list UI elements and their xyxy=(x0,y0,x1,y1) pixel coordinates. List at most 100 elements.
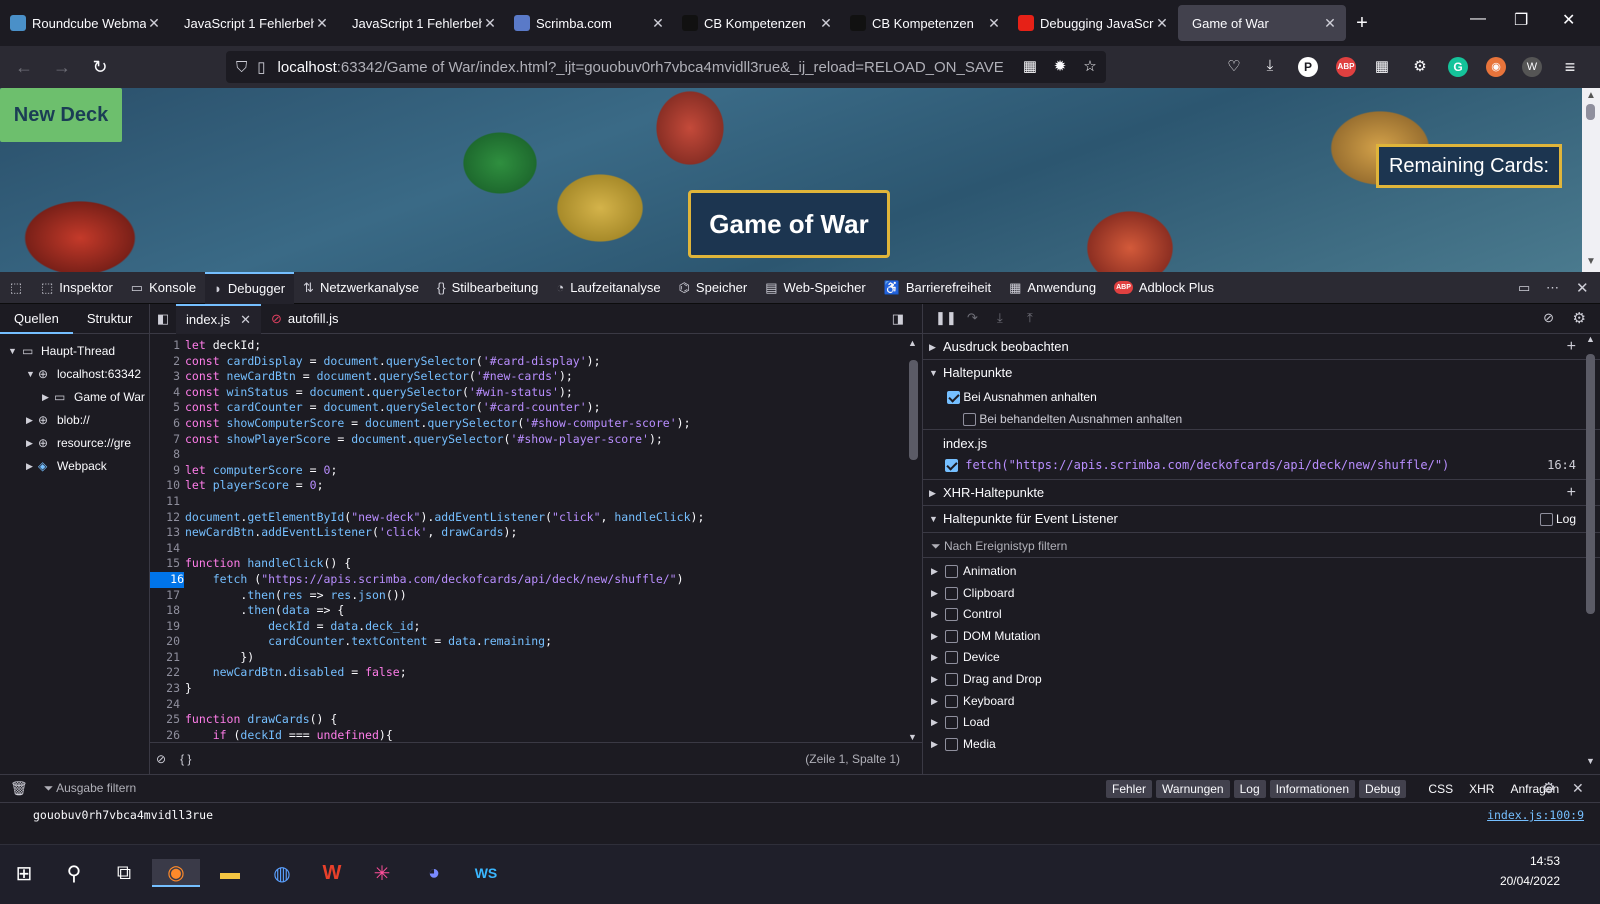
console-settings-icon[interactable]: ⚙ xyxy=(1542,779,1555,797)
code-line[interactable]: 24 xyxy=(150,697,904,713)
tree-item-main-thread[interactable]: ▼ ▭ Haupt-Thread xyxy=(0,340,149,363)
settings-gear-icon[interactable]: ⚙ xyxy=(1573,309,1586,327)
devtools-tab-stilbearbeitung[interactable]: {} Stilbearbeitung xyxy=(428,272,547,304)
line-number[interactable]: 12 xyxy=(150,510,180,526)
tree-item-game-of-war[interactable]: ▶ ▭ Game of War xyxy=(0,386,149,409)
new-tab-button[interactable]: + xyxy=(1346,12,1378,35)
code-line[interactable]: 22 newCardBtn.disabled = false; xyxy=(150,665,904,681)
adblock-icon[interactable]: ABP xyxy=(1336,57,1356,77)
expand-arrow-icon[interactable]: ▶ xyxy=(931,647,938,669)
browser-tab[interactable]: JavaScript 1 Fehlerbehan✕ xyxy=(170,5,338,41)
line-number[interactable]: 23 xyxy=(150,681,180,697)
tree-item-resource[interactable]: ▶ ⊕ resource://gre xyxy=(0,432,149,455)
expand-arrow-icon[interactable]: ▶ xyxy=(931,626,938,648)
extensions-grid-icon[interactable]: ▦ xyxy=(1372,57,1392,77)
code-line[interactable]: 3 const newCardBtn = document.querySelect… xyxy=(150,369,904,385)
console-filter-xhr[interactable]: XHR xyxy=(1463,780,1500,798)
pretty-print-button[interactable]: { } xyxy=(180,752,191,766)
expand-arrow-icon[interactable]: ▶ xyxy=(931,561,938,583)
tree-item-webpack[interactable]: ▶ ◈ Webpack xyxy=(0,455,149,478)
event-category[interactable]: ▶ Device xyxy=(923,647,1600,669)
line-number[interactable]: 1 xyxy=(150,338,180,354)
line-number[interactable]: 2 xyxy=(150,354,180,370)
slack-icon[interactable]: ✳ xyxy=(366,859,398,887)
blackbox-icon[interactable]: ⊘ xyxy=(156,752,166,766)
close-window-icon[interactable]: ✕ xyxy=(1562,10,1575,30)
line-number[interactable]: 18 xyxy=(150,603,180,619)
code-line[interactable]: 7 const showPlayerScore = document.queryS… xyxy=(150,432,904,448)
sidebar-scrollbar[interactable]: ▲ ▼ xyxy=(1582,334,1600,774)
wps-office-icon[interactable]: W xyxy=(316,859,348,887)
toggle-sidebar-icon[interactable]: ◧ xyxy=(150,311,176,327)
restore-icon[interactable]: ❐ xyxy=(1514,10,1528,30)
code-line[interactable]: 26 if (deckId === undefined){ xyxy=(150,728,904,742)
code-content[interactable]: 1 let deckId; 2 const cardDisplay = documen… xyxy=(150,338,904,742)
pause-icon[interactable]: ❚❚ xyxy=(935,310,957,326)
code-line[interactable]: 10 let playerScore = 0; xyxy=(150,478,904,494)
line-number[interactable]: 6 xyxy=(150,416,180,432)
devtools-tab-adblock-plus[interactable]: ABP Adblock Plus xyxy=(1105,272,1223,304)
tab-quellen[interactable]: Quellen xyxy=(0,304,73,334)
dock-icon[interactable]: ▭ xyxy=(1518,280,1530,296)
devtools-tab-debugger[interactable]: ◗ Debugger xyxy=(205,271,295,304)
expand-arrow-icon[interactable]: ▶ xyxy=(931,734,938,756)
event-checkbox[interactable] xyxy=(945,694,958,708)
new-deck-button[interactable]: New Deck xyxy=(0,88,122,142)
pause-on-exceptions-option[interactable]: Bei Ausnahmen anhalten xyxy=(923,386,1600,408)
line-number[interactable]: 16 xyxy=(150,571,184,588)
close-tab-icon[interactable]: ✕ xyxy=(240,312,251,328)
profile-avatar-icon[interactable]: W xyxy=(1522,57,1542,77)
step-in-icon[interactable]: ⤓ xyxy=(997,310,1003,326)
line-number[interactable]: 11 xyxy=(150,494,180,510)
breakpoint-item[interactable]: fetch("https://apis.scrimba.com/deckofca… xyxy=(923,454,1600,480)
event-filter-input[interactable]: ⏷ Nach Ereignistyp filtern xyxy=(923,532,1600,558)
code-line[interactable]: 1 let deckId; xyxy=(150,338,904,354)
event-checkbox[interactable] xyxy=(945,651,958,665)
event-checkbox[interactable] xyxy=(945,586,958,600)
event-checkbox[interactable] xyxy=(945,672,958,686)
line-number[interactable]: 19 xyxy=(150,619,180,635)
tab-struktur[interactable]: Struktur xyxy=(73,304,147,334)
line-number[interactable]: 17 xyxy=(150,588,180,604)
event-category[interactable]: ▶ Media xyxy=(923,734,1600,756)
event-category[interactable]: ▶ DOM Mutation xyxy=(923,626,1600,648)
add-watch-icon[interactable]: + xyxy=(1567,334,1576,360)
event-category[interactable]: ▶ Keyboard xyxy=(923,691,1600,713)
expand-arrow-icon[interactable]: ▶ xyxy=(931,604,938,626)
console-filter-css[interactable]: CSS xyxy=(1422,780,1459,798)
xhr-breakpoints-header[interactable]: ▶ XHR-Haltepunkte + xyxy=(923,480,1600,506)
close-tab-icon[interactable]: ✕ xyxy=(1322,15,1338,32)
browser-tab[interactable]: Game of War ✕ xyxy=(1178,5,1346,41)
close-tab-icon[interactable]: ✕ xyxy=(986,15,1002,32)
code-line[interactable]: 15 function handleClick() { xyxy=(150,556,904,572)
file-explorer-icon[interactable]: ▬ xyxy=(214,859,246,887)
browser-tab[interactable]: Debugging JavaScri ✕ xyxy=(1010,5,1178,41)
expand-arrow-icon[interactable]: ▶ xyxy=(931,691,938,713)
url-bar[interactable]: ⛉ ▯ localhost:63342/Game of War/index.ht… xyxy=(226,51,1106,83)
log-checkbox[interactable] xyxy=(1539,513,1553,527)
event-category[interactable]: ▶ Animation xyxy=(923,561,1600,583)
browser-tab[interactable]: Roundcube Webma ✕ xyxy=(2,5,170,41)
line-number[interactable]: 26 xyxy=(150,728,180,742)
event-checkbox[interactable] xyxy=(945,737,958,751)
tree-item-blob[interactable]: ▶ ⊕ blob:// xyxy=(0,409,149,432)
code-line[interactable]: 18 .then(data => { xyxy=(150,603,904,619)
extension-p-icon[interactable]: P xyxy=(1298,57,1318,77)
code-line[interactable]: 16 fetch ("https://apis.scrimba.com/deck… xyxy=(150,571,904,588)
code-line[interactable]: 8 xyxy=(150,447,904,463)
line-number[interactable]: 21 xyxy=(150,650,180,666)
event-category[interactable]: ▶ Drag and Drop xyxy=(923,669,1600,691)
menu-hamburger-icon[interactable]: ≡ xyxy=(1560,57,1580,77)
close-devtools-icon[interactable]: ✕ xyxy=(1576,279,1589,297)
disable-breakpoints-icon[interactable]: ⊘ xyxy=(1543,310,1554,326)
search-icon[interactable]: ⚲ xyxy=(58,859,90,887)
expand-arrow-icon[interactable]: ▶ xyxy=(931,583,938,605)
element-picker-icon[interactable]: ⬚ xyxy=(0,280,32,296)
console-filter-warnungen[interactable]: Warnungen xyxy=(1156,780,1230,798)
devtools-tab-netzwerkanalyse[interactable]: ⇅ Netzwerkanalyse xyxy=(294,272,428,304)
browser-tab[interactable]: CB Kompetenzen ✕ xyxy=(842,5,1010,41)
console-filter-informationen[interactable]: Informationen xyxy=(1269,780,1356,798)
line-number[interactable]: 24 xyxy=(150,697,180,713)
code-line[interactable]: 2 const cardDisplay = document.querySelec… xyxy=(150,354,904,370)
browser-tab[interactable]: Scrimba.com ✕ xyxy=(506,5,674,41)
